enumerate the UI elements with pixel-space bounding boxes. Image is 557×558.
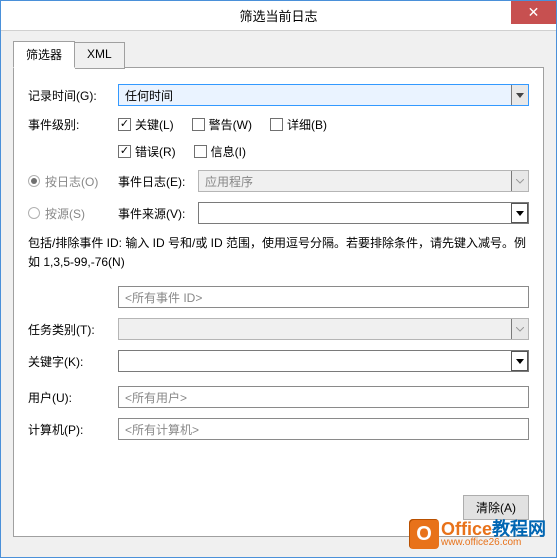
checkbox-critical[interactable]: 关键(L) — [118, 116, 174, 133]
checkbox-error-label: 错误(R) — [135, 143, 176, 160]
logged-select[interactable]: 任何时间 — [118, 84, 529, 106]
level-label: 事件级别: — [28, 116, 118, 133]
checkbox-critical-label: 关键(L) — [135, 116, 174, 133]
chevron-down-icon[interactable] — [511, 203, 528, 223]
titlebar: 筛选当前日志 ✕ — [1, 1, 556, 31]
checkbox-icon — [118, 145, 131, 158]
eventid-input[interactable]: <所有事件 ID> — [118, 286, 529, 308]
user-input[interactable]: <所有用户> — [118, 386, 529, 408]
watermark-brand-left: Office — [441, 519, 492, 539]
checkbox-warning[interactable]: 警告(W) — [192, 116, 252, 133]
tab-filter[interactable]: 筛选器 — [13, 41, 75, 68]
eventlog-select: 应用程序 — [198, 170, 529, 192]
checkbox-icon — [194, 145, 207, 158]
checkbox-info[interactable]: 信息(I) — [194, 143, 246, 160]
radio-bylog: 按日志(O) — [28, 173, 118, 190]
watermark-brand-right: 教程网 — [492, 519, 546, 539]
keywords-select[interactable] — [118, 350, 529, 372]
watermark-icon: O — [409, 519, 439, 549]
logged-value: 任何时间 — [125, 87, 173, 104]
tab-filter-label: 筛选器 — [26, 48, 62, 62]
taskcat-select — [118, 318, 529, 340]
eventid-placeholder: <所有事件 ID> — [125, 289, 202, 306]
checkbox-icon — [270, 118, 283, 131]
checkbox-error[interactable]: 错误(R) — [118, 143, 176, 160]
chevron-down-icon — [511, 171, 528, 191]
computer-input[interactable]: <所有计算机> — [118, 418, 529, 440]
tab-xml-label: XML — [87, 47, 112, 61]
content-area: 筛选器 XML 记录时间(G): 任何时间 事件级别: — [1, 31, 556, 557]
checkbox-icon — [118, 118, 131, 131]
computer-label: 计算机(P): — [28, 421, 118, 438]
logged-label: 记录时间(G): — [28, 87, 118, 104]
radio-bylog-label: 按日志(O) — [45, 173, 98, 190]
keywords-label: 关键字(K): — [28, 353, 118, 370]
eventsource-select[interactable] — [198, 202, 529, 224]
checkbox-verbose[interactable]: 详细(B) — [270, 116, 327, 133]
chevron-down-icon — [511, 319, 528, 339]
radio-icon — [28, 175, 40, 187]
checkbox-warning-label: 警告(W) — [209, 116, 252, 133]
chevron-down-icon[interactable] — [511, 351, 528, 371]
radio-bysource-label: 按源(S) — [45, 205, 85, 222]
eventlog-label: 事件日志(E): — [118, 173, 198, 190]
user-placeholder: <所有用户> — [125, 389, 187, 406]
eventsource-label: 事件来源(V): — [118, 205, 198, 222]
watermark: O Office教程网 www.office26.com — [409, 519, 546, 549]
help-text: 包括/排除事件 ID: 输入 ID 号和/或 ID 范围，使用逗号分隔。若要排除… — [28, 234, 529, 272]
radio-icon — [28, 207, 40, 219]
clear-button-label: 清除(A) — [476, 501, 516, 515]
watermark-url: www.office26.com — [441, 538, 546, 548]
eventlog-value: 应用程序 — [205, 173, 253, 190]
tab-xml[interactable]: XML — [75, 42, 125, 69]
tab-strip: 筛选器 XML — [13, 41, 544, 68]
user-label: 用户(U): — [28, 389, 118, 406]
watermark-text: Office教程网 www.office26.com — [441, 520, 546, 548]
close-icon: ✕ — [528, 4, 540, 21]
taskcat-label: 任务类别(T): — [28, 321, 118, 338]
filter-panel: 记录时间(G): 任何时间 事件级别: 关键(L) — [13, 67, 544, 537]
checkbox-verbose-label: 详细(B) — [287, 116, 327, 133]
chevron-down-icon[interactable] — [511, 85, 528, 105]
computer-placeholder: <所有计算机> — [125, 421, 199, 438]
clear-button[interactable]: 清除(A) — [463, 495, 529, 520]
dialog-window: 筛选当前日志 ✕ 筛选器 XML 记录时间(G): 任何时间 — [0, 0, 557, 558]
checkbox-icon — [192, 118, 205, 131]
checkbox-info-label: 信息(I) — [211, 143, 246, 160]
close-button[interactable]: ✕ — [511, 1, 556, 24]
radio-bysource: 按源(S) — [28, 205, 118, 222]
window-title: 筛选当前日志 — [1, 6, 556, 25]
